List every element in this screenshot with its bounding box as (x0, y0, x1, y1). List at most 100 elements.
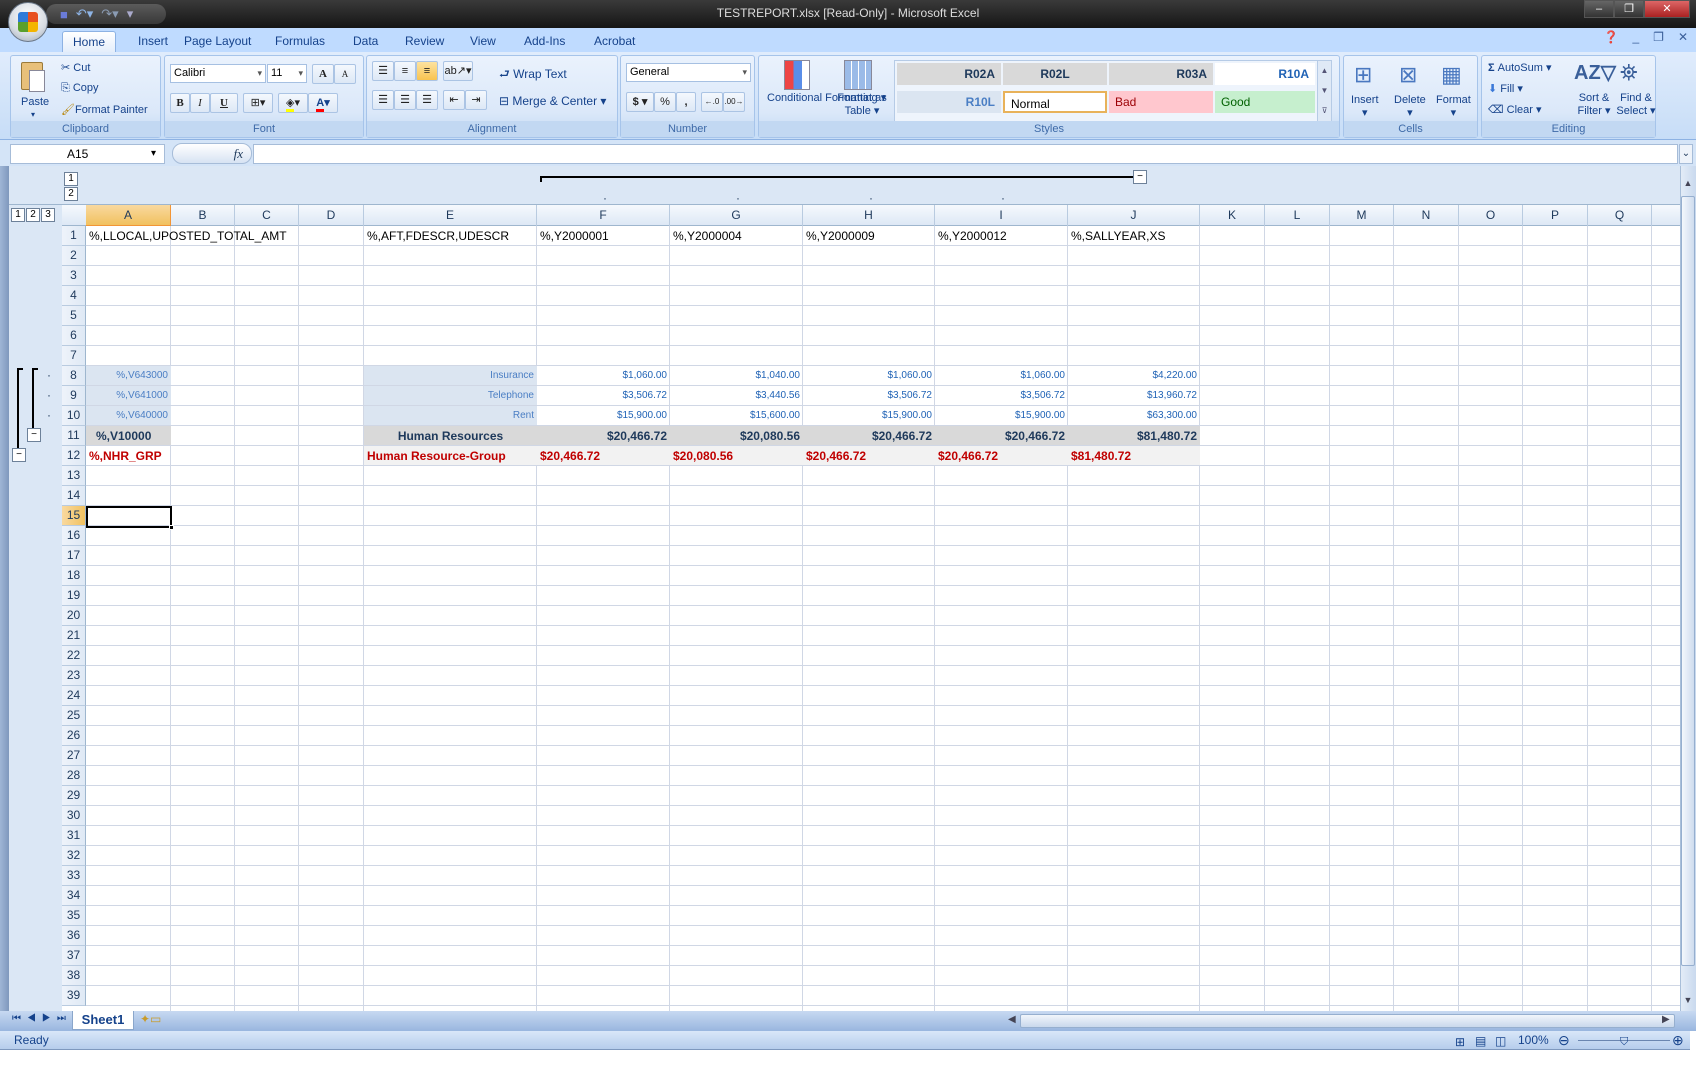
col-outline-level-2[interactable]: 2 (64, 187, 78, 201)
tab-review[interactable]: Review (395, 31, 454, 52)
underline-button[interactable]: U (210, 93, 238, 113)
number-format-dropdown[interactable]: General (626, 63, 751, 82)
cell-j11[interactable]: $81,480.72 (1068, 426, 1200, 446)
workbook-close-button[interactable]: ✕ (1678, 30, 1688, 44)
row-header-2[interactable]: 2 (62, 246, 86, 266)
row-header-18[interactable]: 18 (62, 566, 86, 586)
column-header-n[interactable]: N (1394, 205, 1459, 226)
increase-decimal-button[interactable]: ←.0 (701, 92, 723, 112)
cell-a10[interactable]: %,V640000 (86, 406, 171, 426)
format-painter-button[interactable]: 🖌Format Painter (61, 103, 148, 116)
row-header-25[interactable]: 25 (62, 706, 86, 726)
customize-icon[interactable]: ▾ (127, 6, 134, 22)
row-header-32[interactable]: 32 (62, 846, 86, 866)
row-header-35[interactable]: 35 (62, 906, 86, 926)
row-header-11[interactable]: 11 (62, 426, 86, 446)
merge-center-button[interactable]: ⊟ Merge & Center ▾ (499, 94, 606, 108)
tab-acrobat[interactable]: Acrobat (584, 31, 645, 52)
cell-h9[interactable]: $3,506.72 (803, 386, 935, 406)
cell-f9[interactable]: $3,506.72 (537, 386, 670, 406)
undo-icon[interactable]: ↶▾ (76, 6, 93, 22)
format-as-table-button[interactable]: Format as Table ▾ (837, 92, 887, 118)
column-header-e[interactable]: E (364, 205, 537, 226)
paste-icon[interactable] (19, 60, 49, 94)
cell-a12[interactable]: %,NHR_GRP (86, 446, 171, 466)
cell-i11[interactable]: $20,466.72 (935, 426, 1068, 446)
sheet-nav-buttons[interactable]: ⏮◀▶⏭ (12, 1013, 72, 1024)
scroll-down-arrow[interactable]: ▼ (1681, 995, 1695, 1009)
tab-data[interactable]: Data (343, 31, 388, 52)
column-header-m[interactable]: M (1330, 205, 1394, 226)
row-header-10[interactable]: 10 (62, 406, 86, 426)
comma-button[interactable]: , (676, 92, 696, 112)
row-header-33[interactable]: 33 (62, 866, 86, 886)
align-middle-button[interactable]: ≡ (394, 61, 416, 81)
tab-insert[interactable]: Insert (128, 31, 178, 52)
column-header-j[interactable]: J (1068, 205, 1200, 226)
row-header-29[interactable]: 29 (62, 786, 86, 806)
restore-button[interactable]: ❐ (1614, 0, 1644, 18)
cell-i1[interactable]: %,Y2000012 (935, 226, 1068, 246)
column-header-g[interactable]: G (670, 205, 803, 226)
cell-h1[interactable]: %,Y2000009 (803, 226, 935, 246)
row-header-24[interactable]: 24 (62, 686, 86, 706)
row-outline-level-3[interactable]: 3 (41, 208, 55, 222)
column-header-i[interactable]: I (935, 205, 1068, 226)
cell-e9[interactable]: Telephone (364, 386, 537, 406)
font-color-button[interactable]: A▾ (308, 93, 338, 113)
cell-i10[interactable]: $15,900.00 (935, 406, 1068, 426)
cell-e1[interactable]: %,AFT,FDESCR,UDESCR (364, 226, 537, 246)
tab-view[interactable]: View (460, 31, 506, 52)
cell-j12[interactable]: $81,480.72 (1068, 446, 1200, 466)
row-header-38[interactable]: 38 (62, 966, 86, 986)
style-r10a[interactable]: R10A (1215, 63, 1315, 85)
save-icon[interactable]: ■ (60, 7, 68, 22)
format-button[interactable]: Format ▾ (1436, 94, 1471, 119)
style-r02a[interactable]: R02A (897, 63, 1001, 85)
style-bad[interactable]: Bad (1109, 91, 1213, 113)
shrink-font-button[interactable]: A (334, 64, 356, 84)
paste-button[interactable]: Paste (21, 96, 49, 108)
align-bottom-button[interactable]: ≡ (416, 61, 438, 81)
cell-g9[interactable]: $3,440.56 (670, 386, 803, 406)
column-header-l[interactable]: L (1265, 205, 1330, 226)
style-r02l[interactable]: R02L (1003, 63, 1107, 85)
decrease-indent-button[interactable]: ⇤ (443, 90, 465, 110)
row-header-8[interactable]: 8 (62, 366, 86, 386)
row-header-5[interactable]: 5 (62, 306, 86, 326)
fill-color-button[interactable]: ◈▾ (278, 93, 308, 113)
row-header-4[interactable]: 4 (62, 286, 86, 306)
decrease-decimal-button[interactable]: .00→ (723, 92, 745, 112)
cell-j10[interactable]: $63,300.00 (1068, 406, 1200, 426)
clear-button[interactable]: ⌫ Clear ▾ (1488, 103, 1542, 116)
workbook-minimize-button[interactable]: _ (1632, 30, 1639, 44)
help-icon[interactable]: ❓ (1604, 30, 1619, 44)
cell-g10[interactable]: $15,600.00 (670, 406, 803, 426)
row-header-37[interactable]: 37 (62, 946, 86, 966)
row-header-34[interactable]: 34 (62, 886, 86, 906)
cell-j1[interactable]: %,SALLYEAR,XS (1068, 226, 1200, 246)
row-header-16[interactable]: 16 (62, 526, 86, 546)
tab-page-layout[interactable]: Page Layout (174, 31, 261, 52)
row-header-9[interactable]: 9 (62, 386, 86, 406)
cell-f10[interactable]: $15,900.00 (537, 406, 670, 426)
horizontal-scrollbar[interactable] (1020, 1014, 1675, 1028)
row-header-21[interactable]: 21 (62, 626, 86, 646)
tab-home[interactable]: Home (62, 31, 117, 52)
zoom-out-button[interactable]: ⊖ (1558, 1031, 1570, 1050)
cell-e12[interactable]: Human Resource-Group (364, 446, 537, 466)
increase-indent-button[interactable]: ⇥ (465, 90, 487, 110)
cell-g1[interactable]: %,Y2000004 (670, 226, 803, 246)
cell-h12[interactable]: $20,466.72 (803, 446, 935, 466)
delete-button[interactable]: Delete ▾ (1394, 94, 1426, 119)
cell-h8[interactable]: $1,060.00 (803, 366, 935, 386)
row-header-27[interactable]: 27 (62, 746, 86, 766)
cell-a1[interactable]: %,LLOCAL,UPOSTED_TOTAL_AMT (86, 226, 346, 246)
active-cell-cursor[interactable] (86, 506, 172, 528)
workbook-restore-button[interactable]: ❐ (1653, 30, 1664, 44)
column-header-d[interactable]: D (299, 205, 364, 226)
zoom-in-button[interactable]: ⊕ (1672, 1031, 1684, 1050)
column-header-q[interactable]: Q (1588, 205, 1652, 226)
row-header-15[interactable]: 15 (62, 506, 86, 526)
row-header-30[interactable]: 30 (62, 806, 86, 826)
